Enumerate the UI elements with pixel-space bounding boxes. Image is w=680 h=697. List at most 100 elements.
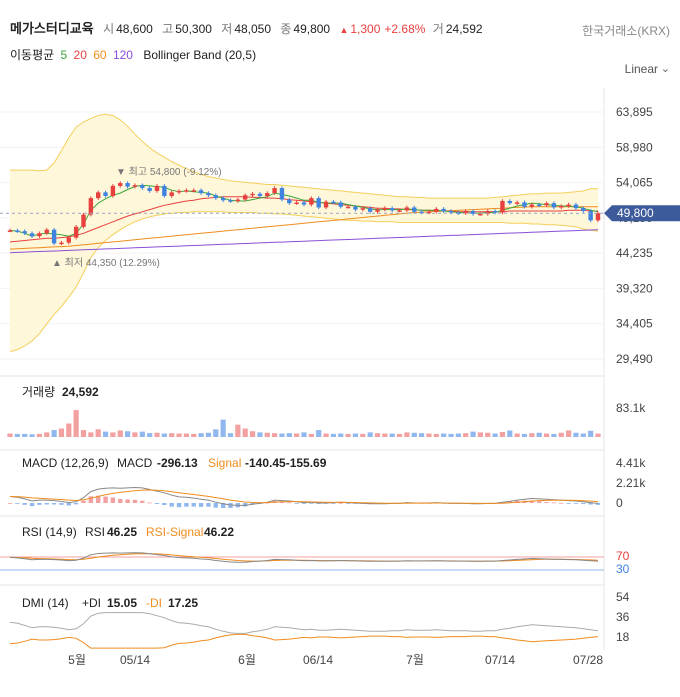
volume-bar: [308, 433, 314, 437]
candle-body: [559, 206, 564, 208]
macd-histogram-bar: [51, 503, 57, 505]
candle-body: [595, 213, 601, 221]
volume-bar: [514, 433, 520, 437]
volume-bar: [88, 432, 94, 437]
candle-body: [184, 190, 189, 192]
candle-body: [88, 198, 94, 215]
candle-body: [213, 195, 218, 199]
volume-bar: [294, 433, 300, 437]
volume-bar: [14, 433, 20, 437]
volume-bar: [132, 432, 138, 437]
candle-body: [125, 183, 130, 187]
candle-body: [228, 200, 233, 202]
macd-histogram-bar: [110, 497, 116, 503]
price-tick-label: 63,895: [616, 105, 653, 119]
volume-bar: [566, 430, 572, 437]
rsi-signal-series-label: RSI-Signal: [146, 525, 203, 539]
candle-body: [522, 202, 527, 207]
macd-histogram-bar: [73, 503, 79, 505]
volume-bar: [477, 432, 483, 437]
volume-bar: [161, 433, 167, 437]
candle-body: [529, 204, 535, 207]
volume-bar: [551, 433, 557, 437]
candle-body: [353, 206, 358, 210]
candle-body: [397, 210, 402, 212]
volume-bar: [441, 433, 447, 437]
volume-bar: [411, 432, 417, 437]
macd-histogram-bar: [7, 503, 13, 504]
candle-body: [103, 192, 108, 196]
current-price-label: 49,800: [617, 206, 654, 220]
volume-bar: [279, 433, 285, 437]
volume-bar: [323, 433, 329, 437]
x-tick-label: 6월: [238, 653, 256, 667]
candle-body: [375, 209, 380, 212]
macd-histogram-bar: [44, 503, 49, 505]
candle-body: [118, 183, 123, 186]
macd-histogram-bar: [132, 499, 138, 503]
candle-body: [59, 242, 64, 245]
candle-body: [323, 201, 329, 208]
candle-body: [15, 230, 20, 232]
mdi-value: 17.25: [168, 596, 198, 610]
volume-bar: [227, 433, 234, 437]
price-tick-label: 29,490: [616, 352, 653, 366]
rsi-value: 46.25: [107, 525, 137, 539]
candle-body: [243, 195, 248, 200]
volume-bar: [521, 433, 528, 437]
volume-bar: [580, 433, 586, 437]
volume-bar: [419, 433, 425, 437]
volume-bar: [367, 432, 373, 437]
candle-body: [441, 208, 446, 212]
volume-bar: [147, 433, 153, 437]
x-tick-label: 5월: [68, 653, 86, 667]
candle-body: [514, 202, 520, 204]
candle-body: [544, 203, 549, 206]
candle-body: [73, 226, 79, 238]
candle-body: [29, 233, 35, 237]
macd-tick-label: 4.41k: [616, 456, 646, 470]
volume-bar: [80, 430, 87, 437]
candle-body: [573, 204, 579, 209]
rsi-title: RSI (14,9): [22, 525, 77, 539]
candle-body: [551, 203, 557, 208]
macd-histogram-bar: [103, 496, 108, 503]
macd-histogram-bar: [206, 503, 211, 507]
candle-body: [507, 200, 512, 204]
macd-histogram-bar: [140, 500, 145, 503]
volume-bar: [7, 433, 13, 437]
candle-body: [191, 190, 196, 192]
volume-bar: [44, 432, 50, 437]
volume-bar: [499, 431, 506, 437]
candle-body: [198, 190, 204, 194]
macd-histogram-bar: [198, 503, 204, 507]
volume-bar: [213, 429, 219, 437]
volume-bar: [316, 430, 322, 437]
candle-body: [66, 237, 71, 243]
volume-bar: [249, 431, 256, 437]
x-tick-label: 05/14: [120, 653, 150, 667]
macd-histogram-bar: [154, 503, 160, 504]
candle-body: [537, 204, 542, 207]
macd-value: -296.13: [157, 456, 198, 470]
volume-bar: [338, 433, 344, 437]
macd-histogram-bar: [581, 503, 586, 505]
volume-bar: [382, 433, 388, 437]
volume-bar: [389, 433, 395, 437]
macd-histogram-bar: [566, 503, 571, 504]
candle-body: [309, 198, 314, 205]
candle-body: [581, 208, 586, 212]
candle-body: [345, 206, 351, 209]
volume-bar: [102, 431, 109, 437]
macd-histogram-bar: [162, 503, 167, 506]
volume-bar: [301, 432, 307, 437]
volume-bar: [404, 432, 410, 437]
macd-histogram-bar: [59, 503, 64, 505]
candle-body: [279, 188, 285, 200]
candle-body: [360, 208, 365, 210]
candle-body: [294, 202, 299, 204]
volume-bar: [396, 433, 403, 437]
candle-body: [162, 185, 167, 196]
volume-bar: [154, 432, 160, 437]
macd-histogram-bar: [118, 498, 123, 503]
